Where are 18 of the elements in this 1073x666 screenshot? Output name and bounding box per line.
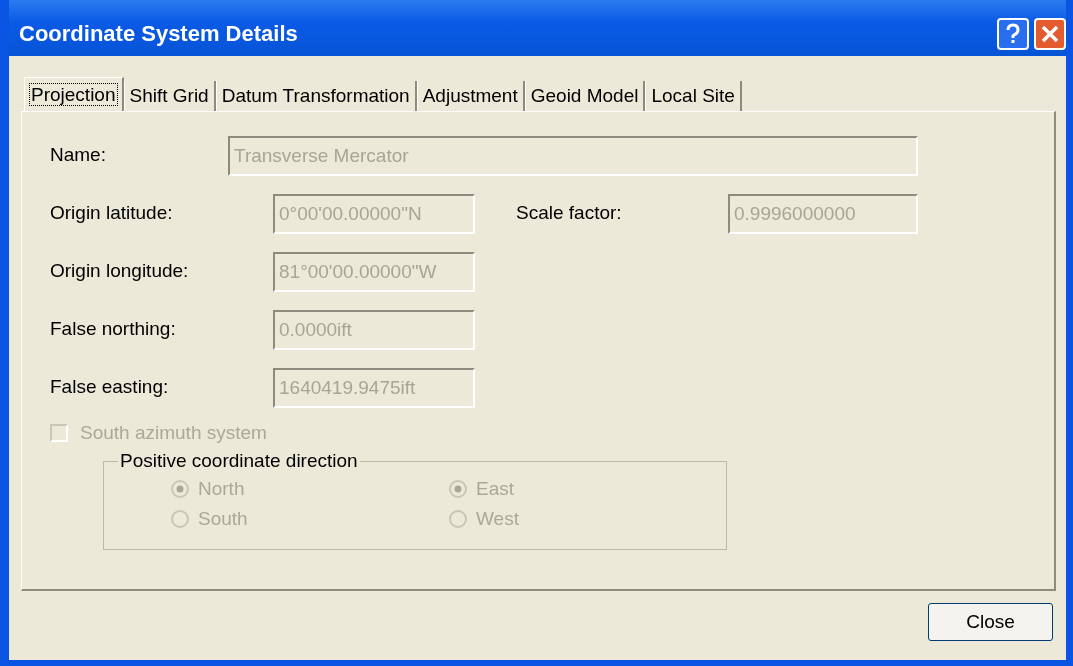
tab[interactable]: Local Site	[645, 81, 742, 111]
close-dialog-button[interactable]: Close	[928, 603, 1053, 641]
tab[interactable]: Datum Transformation	[215, 81, 417, 111]
field-label: Origin longitude:	[50, 259, 190, 282]
help-button[interactable]	[997, 18, 1029, 50]
field-label: Name:	[50, 143, 107, 166]
close-button[interactable]	[1034, 18, 1066, 50]
field-label: Scale factor:	[516, 201, 623, 224]
tab[interactable]: Shift Grid	[123, 81, 216, 111]
window-title: Coordinate System Details	[19, 21, 298, 47]
tab[interactable]: Adjustment	[416, 81, 525, 111]
field-label: False northing:	[50, 317, 177, 340]
group-title: Positive coordinate direction	[119, 450, 359, 472]
field-label: Origin latitude:	[50, 201, 174, 224]
tab[interactable]: Projection	[24, 77, 124, 111]
tab[interactable]: Geoid Model	[524, 81, 646, 111]
field-label: False easting:	[50, 375, 170, 398]
close-icon	[1040, 24, 1060, 44]
